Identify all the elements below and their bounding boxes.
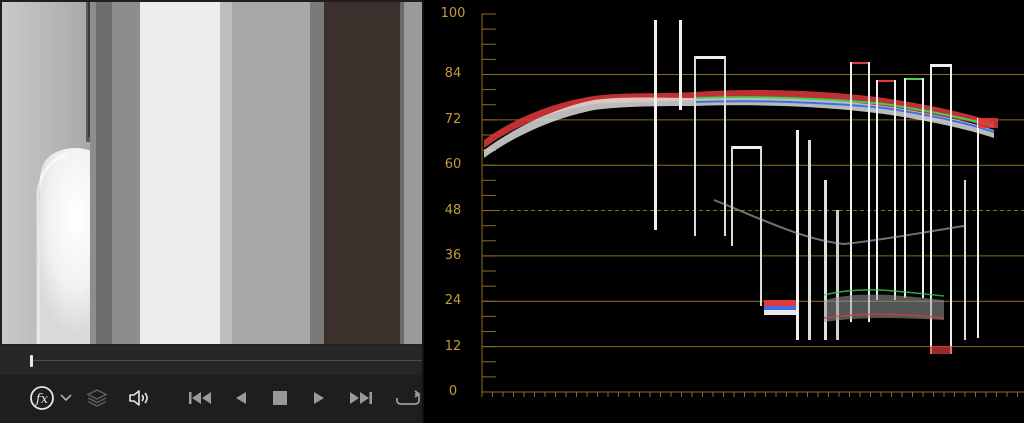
- play-reverse-icon: [236, 392, 246, 404]
- layers-button[interactable]: [84, 375, 110, 421]
- loop-button[interactable]: [394, 375, 422, 421]
- layers-icon: [86, 389, 108, 407]
- stop-button[interactable]: [268, 375, 292, 421]
- y-axis-label: 48: [444, 202, 462, 218]
- transport-controls: fx: [0, 375, 423, 423]
- skip-to-start-icon: [189, 392, 211, 404]
- volume-button[interactable]: [126, 375, 152, 421]
- y-axis-label: 24: [444, 293, 462, 309]
- fx-button[interactable]: fx: [26, 375, 58, 421]
- loop-icon: [396, 390, 421, 405]
- skip-to-end-button[interactable]: [346, 375, 376, 421]
- skip-to-end-icon: [350, 392, 372, 404]
- scrubber-track[interactable]: [30, 360, 423, 361]
- y-axis-label: 72: [444, 111, 462, 127]
- y-axis-label: 0: [448, 384, 458, 399]
- speaker-icon: [129, 390, 148, 406]
- playhead-handle[interactable]: [30, 355, 33, 367]
- stop-icon: [273, 391, 287, 405]
- skip-to-start-button[interactable]: [186, 375, 214, 421]
- waveform-scope-canvas: [481, 13, 1024, 397]
- fx-icon: fx: [30, 386, 54, 410]
- svg-text:fx: fx: [35, 392, 49, 407]
- y-axis-label: 12: [444, 338, 462, 354]
- chevron-down-icon: [60, 394, 72, 402]
- play-button[interactable]: [308, 375, 330, 421]
- video-frame[interactable]: [2, 2, 422, 344]
- y-axis-label: 100: [440, 6, 466, 21]
- y-axis-label: 84: [444, 66, 462, 82]
- timeline-scrubber[interactable]: [0, 345, 423, 375]
- y-axis-label: 36: [444, 247, 462, 263]
- y-axis-label: 60: [444, 157, 462, 173]
- viewer-panel: fx: [0, 0, 423, 423]
- video-frame-image: [2, 2, 422, 344]
- waveform-scope: 100 84 72 60 48 36 24 12 0: [424, 0, 1024, 423]
- fx-dropdown-button[interactable]: [58, 375, 74, 421]
- play-reverse-button[interactable]: [230, 375, 252, 421]
- play-icon: [314, 392, 324, 404]
